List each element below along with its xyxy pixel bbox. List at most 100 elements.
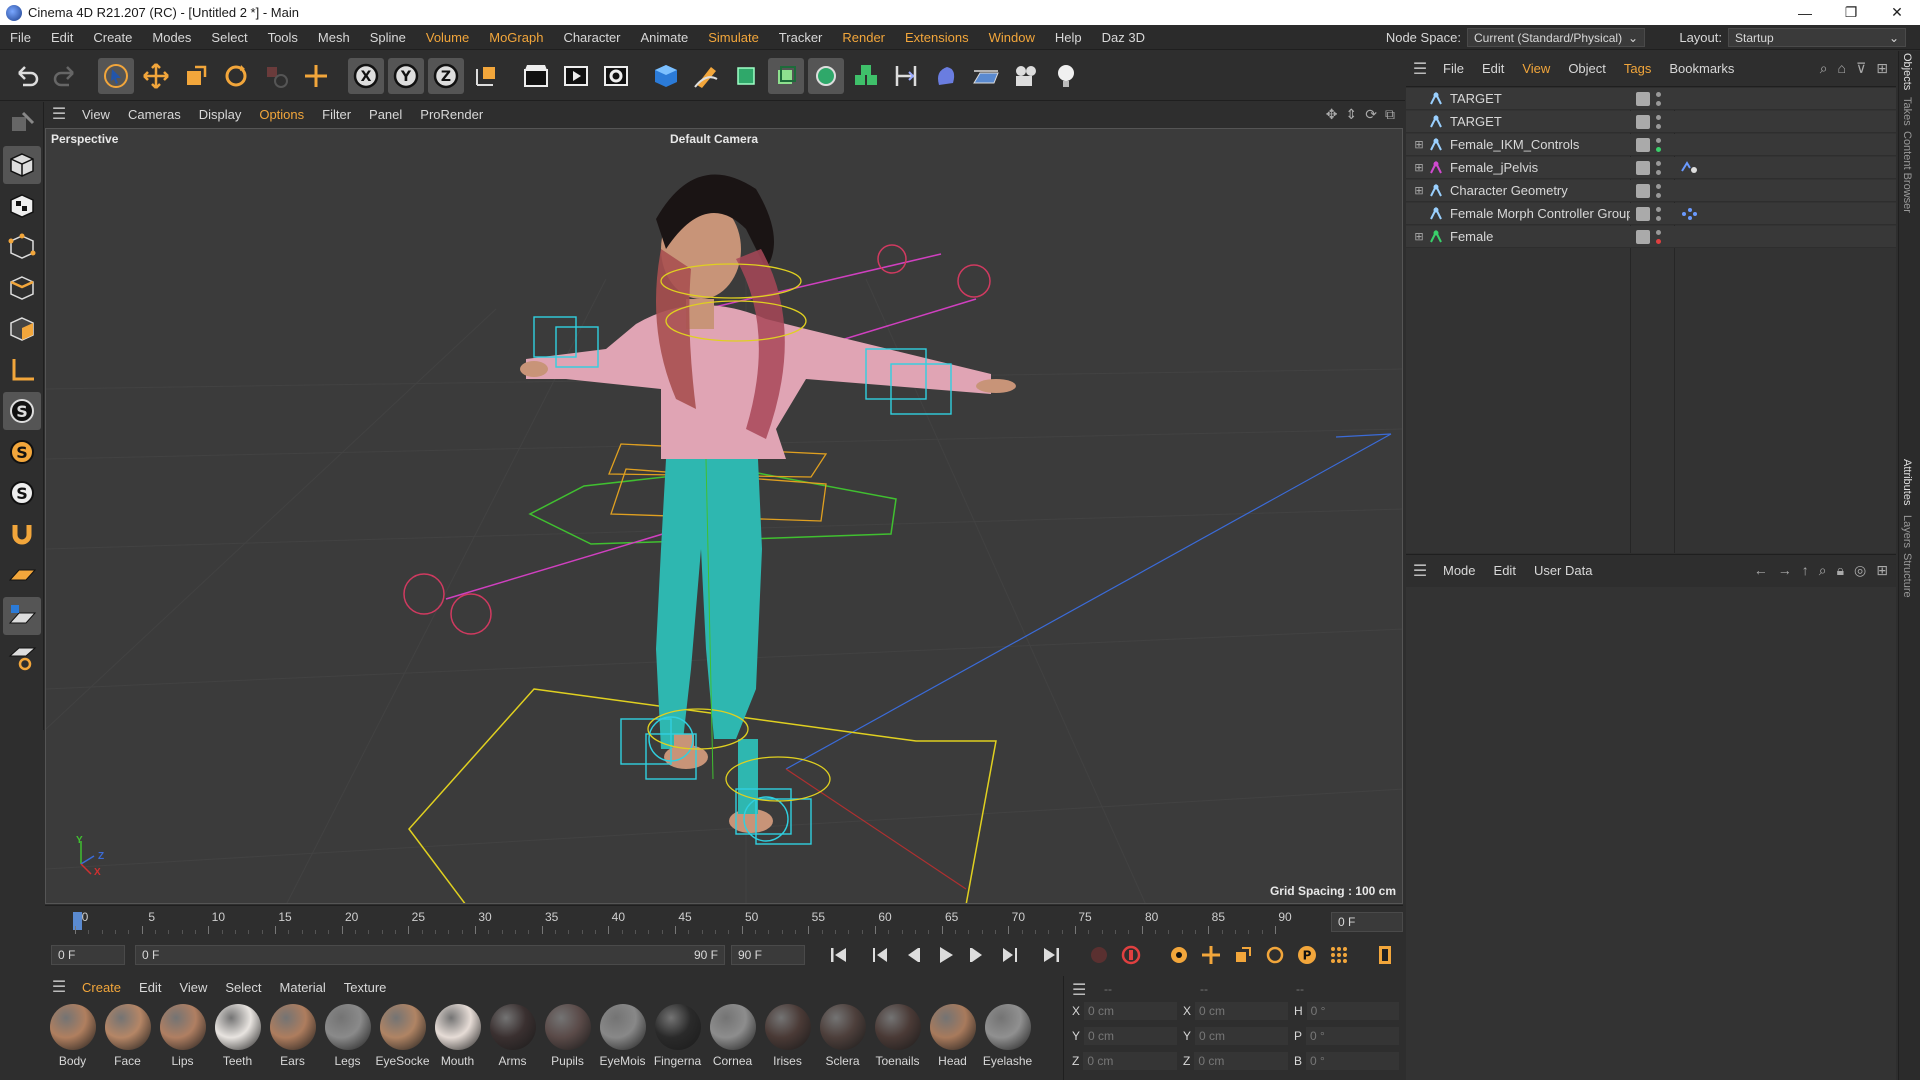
material-swatch[interactable]: Sclera — [815, 1000, 870, 1080]
size-value-field[interactable]: 0 cm — [1195, 1027, 1288, 1045]
visibility-dots[interactable] — [1656, 183, 1662, 198]
object-row[interactable]: ⊞ Character Geometry — [1406, 180, 1896, 202]
deformer-button[interactable] — [888, 58, 924, 94]
viewport-menu-cameras[interactable]: Cameras — [119, 107, 190, 122]
object-menu-view[interactable]: View — [1513, 61, 1559, 76]
material-menu-material[interactable]: Material — [271, 980, 335, 995]
material-swatch[interactable]: Arms — [485, 1000, 540, 1080]
menu-tools[interactable]: Tools — [258, 30, 308, 45]
visibility-dots[interactable] — [1656, 91, 1662, 106]
scale-key-button[interactable] — [1229, 941, 1257, 969]
point-level-key-button[interactable] — [1325, 941, 1353, 969]
expand-toggle-icon[interactable]: ⊞ — [1412, 230, 1426, 244]
object-name[interactable]: Female — [1450, 229, 1630, 244]
camera-button[interactable] — [1008, 58, 1044, 94]
pose-tag-icon[interactable] — [1680, 160, 1698, 175]
pen-tool-button[interactable] — [688, 58, 724, 94]
viewport-menu-view[interactable]: View — [73, 107, 119, 122]
filter-icon[interactable]: ⊽ — [1856, 60, 1866, 77]
start-frame-field[interactable]: 0 F — [51, 945, 125, 965]
frame-ruler[interactable]: 0 5 10 15 20 25 30 35 40 45 50 55 60 65 70 75 80 85 90 — [63, 906, 1303, 936]
record-keys-button[interactable] — [1085, 941, 1113, 969]
editor-visibility-dot[interactable] — [1656, 229, 1661, 235]
viewport-menu-prorender[interactable]: ProRender — [411, 107, 492, 122]
side-tab-layers[interactable]: Layers — [1901, 515, 1913, 548]
field-button[interactable] — [928, 58, 964, 94]
axis-mode-button[interactable] — [3, 351, 41, 389]
preview-range-slider[interactable]: 0 F 90 F — [135, 945, 725, 965]
menu-volume[interactable]: Volume — [416, 30, 479, 45]
editor-visibility-dot[interactable] — [1656, 114, 1661, 120]
object-menu-file[interactable]: File — [1434, 61, 1473, 76]
home-icon[interactable]: ⌂ — [1838, 60, 1846, 77]
menu-render[interactable]: Render — [832, 30, 895, 45]
material-swatch[interactable]: Eyelashe — [980, 1000, 1035, 1080]
move-tool-button[interactable] — [138, 58, 174, 94]
x-axis-lock-button[interactable]: X — [348, 57, 384, 94]
hamburger-menu-icon[interactable]: ☰ — [1406, 561, 1434, 581]
layer-checkbox-icon[interactable] — [1636, 206, 1650, 221]
viewport-menu-filter[interactable]: Filter — [313, 107, 360, 122]
go-to-end-button[interactable] — [1037, 941, 1065, 969]
polygons-mode-button[interactable] — [3, 310, 41, 348]
editor-visibility-dot[interactable] — [1656, 137, 1661, 143]
editor-visibility-dot[interactable] — [1656, 206, 1661, 212]
render-visibility-dot[interactable] — [1656, 146, 1661, 152]
floor-button[interactable] — [968, 58, 1004, 94]
object-menu-bookmarks[interactable]: Bookmarks — [1660, 61, 1743, 76]
position-value-field[interactable]: 0 cm — [1083, 1052, 1177, 1070]
model-mode-button[interactable] — [3, 146, 41, 184]
planar-workplane-button[interactable] — [3, 597, 41, 635]
render-settings-button[interactable] — [598, 58, 634, 94]
visibility-dots[interactable] — [1656, 114, 1662, 129]
rotation-value-field[interactable]: 0 ° — [1306, 1027, 1399, 1045]
pan-view-icon[interactable]: ✥ — [1326, 106, 1338, 123]
object-name[interactable]: Female_jPelvis — [1450, 160, 1630, 175]
visibility-dots[interactable] — [1656, 206, 1662, 221]
close-button[interactable]: ✕ — [1874, 0, 1920, 25]
rotate-tool-button[interactable] — [218, 58, 254, 94]
object-name[interactable]: Female Morph Controller Group — [1450, 206, 1630, 221]
position-value-field[interactable]: 0 cm — [1084, 1002, 1177, 1020]
side-tab-takes[interactable]: Takes — [1901, 97, 1913, 126]
maximize-button[interactable]: ❐ — [1828, 0, 1874, 25]
menu-edit[interactable]: Edit — [41, 30, 83, 45]
go-to-start-button[interactable] — [825, 941, 853, 969]
keyframe-selection-button[interactable] — [1165, 941, 1193, 969]
3d-viewport[interactable]: Perspective Default Camera Grid Spacing … — [45, 128, 1403, 904]
solo-hierarchy-button[interactable]: S — [3, 474, 41, 512]
expand-toggle-icon[interactable]: ⊞ — [1412, 138, 1426, 152]
material-menu-create[interactable]: Create — [73, 980, 130, 995]
next-key-button[interactable] — [995, 941, 1023, 969]
layer-checkbox-icon[interactable] — [1636, 229, 1650, 244]
position-value-field[interactable]: 0 cm — [1084, 1027, 1177, 1045]
forward-arrow-icon[interactable]: → — [1778, 562, 1792, 579]
cube-object-button[interactable] — [648, 58, 684, 94]
menu-simulate[interactable]: Simulate — [698, 30, 769, 45]
material-swatch[interactable]: Toenails — [870, 1000, 925, 1080]
menu-daz-3d[interactable]: Daz 3D — [1092, 30, 1155, 45]
visibility-dots[interactable] — [1656, 137, 1662, 152]
attribute-menu-mode[interactable]: Mode — [1434, 563, 1485, 578]
y-axis-lock-button[interactable]: Y — [388, 57, 424, 94]
material-swatch[interactable]: Face — [100, 1000, 155, 1080]
object-menu-tags[interactable]: Tags — [1615, 61, 1660, 76]
render-view-button[interactable] — [518, 58, 554, 94]
object-name[interactable]: Female_IKM_Controls — [1450, 137, 1630, 152]
layer-checkbox-icon[interactable] — [1636, 114, 1650, 129]
menu-spline[interactable]: Spline — [360, 30, 416, 45]
object-row[interactable]: Female Morph Controller Group — [1406, 203, 1896, 225]
viewport-menu-display[interactable]: Display — [190, 107, 251, 122]
search-icon[interactable]: ⌕ — [1820, 60, 1828, 77]
object-row[interactable]: ⊞ Female_jPelvis — [1406, 157, 1896, 179]
visibility-dots[interactable] — [1656, 229, 1662, 244]
menu-help[interactable]: Help — [1045, 30, 1092, 45]
render-visibility-dot[interactable] — [1656, 215, 1661, 221]
parameter-key-button[interactable]: P — [1293, 941, 1321, 969]
scale-tool-button[interactable] — [178, 58, 214, 94]
render-visibility-dot[interactable] — [1656, 123, 1661, 129]
points-mode-button[interactable] — [3, 228, 41, 266]
render-to-picture-viewer-button[interactable] — [558, 58, 594, 94]
object-row[interactable]: ⊞ Female_IKM_Controls — [1406, 134, 1896, 156]
maximize-view-icon[interactable]: ⧉ — [1385, 106, 1395, 123]
